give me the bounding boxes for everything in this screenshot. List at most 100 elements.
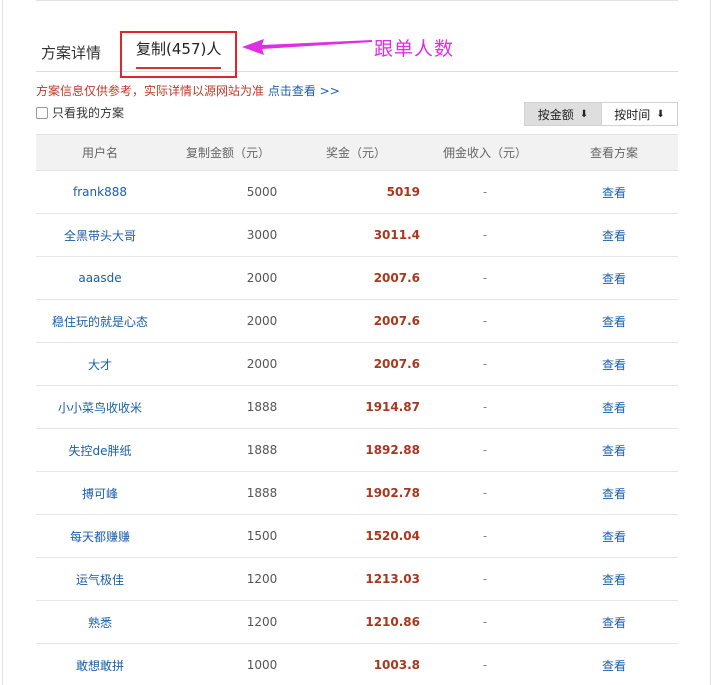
table-row: 敢想敢拼 1000 1003.8 - 查看 <box>36 644 678 685</box>
view-plan-link[interactable]: 查看 <box>550 343 678 386</box>
commission-income: - <box>482 658 488 672</box>
user-link[interactable]: 熟悉 <box>36 601 164 644</box>
prize-amount: 3011.4 <box>292 214 420 257</box>
prize-amount: 1213.03 <box>292 558 420 601</box>
prize-amount-value: 1520.04 <box>365 529 420 543</box>
copy-amount-value: 2000 <box>246 271 278 285</box>
copy-amount-value: 1200 <box>246 572 278 586</box>
commission-income: - <box>482 271 488 285</box>
user-link[interactable]: 每天都赚赚 <box>36 515 164 558</box>
header-prize: 奖金（元） <box>292 134 420 171</box>
copy-amount-value: 2000 <box>246 357 278 371</box>
prize-amount: 1902.78 <box>292 472 420 515</box>
prize-amount: 1520.04 <box>292 515 420 558</box>
notice-text: 方案信息仅供参考，实际详情以源网站为准 <box>36 84 265 98</box>
header-amount: 复制金额（元） <box>164 134 292 171</box>
sort-by-time-button[interactable]: 按时间 ⬇ <box>602 102 678 126</box>
user-link[interactable]: aaasde <box>36 257 164 300</box>
user-link[interactable]: 失控de胖纸 <box>36 429 164 472</box>
copy-amount-value: 1888 <box>246 443 278 457</box>
table-row: 稳住玩的就是心态 2000 2007.6 - 查看 <box>36 300 678 343</box>
commission-income: - <box>482 314 488 328</box>
table-row: 每天都赚赚 1500 1520.04 - 查看 <box>36 515 678 558</box>
view-plan-link[interactable]: 查看 <box>550 214 678 257</box>
sort-time-label: 按时间 <box>614 107 651 122</box>
prize-amount: 1914.87 <box>292 386 420 429</box>
view-plan-link[interactable]: 查看 <box>550 601 678 644</box>
copy-amount: 2000 <box>164 300 292 343</box>
prize-amount-value: 1914.87 <box>365 400 420 414</box>
view-plan-link[interactable]: 查看 <box>550 171 678 214</box>
table-header-row: 用户名 复制金额（元） 奖金（元） 佣金收入（元） 查看方案 <box>36 134 678 171</box>
copy-amount: 1200 <box>164 601 292 644</box>
copy-amount: 1500 <box>164 515 292 558</box>
user-link[interactable]: 大才 <box>36 343 164 386</box>
user-link[interactable]: frank888 <box>36 171 164 214</box>
commission-income: - <box>482 486 488 500</box>
annotation-arrow-icon <box>242 39 372 55</box>
user-link[interactable]: 敢想敢拼 <box>36 644 164 685</box>
table-row: 熟悉 1200 1210.86 - 查看 <box>36 601 678 644</box>
view-plan-link[interactable]: 查看 <box>550 558 678 601</box>
commission-income: - <box>482 185 488 199</box>
table-row: aaasde 2000 2007.6 - 查看 <box>36 257 678 300</box>
top-divider <box>36 0 678 2</box>
copy-amount-value: 5000 <box>246 185 278 199</box>
copy-amount: 1000 <box>164 644 292 685</box>
view-plan-link[interactable]: 查看 <box>550 386 678 429</box>
only-mine-checkbox[interactable] <box>36 106 48 119</box>
copy-amount: 2000 <box>164 343 292 386</box>
header-user: 用户名 <box>36 134 164 171</box>
tab-plan-detail[interactable]: 方案详情 <box>41 42 101 63</box>
prize-amount-value: 3011.4 <box>373 228 420 242</box>
prize-amount-value: 2007.6 <box>373 314 420 328</box>
copy-amount-value: 1888 <box>246 400 278 414</box>
table-row: 失控de胖纸 1888 1892.88 - 查看 <box>36 429 678 472</box>
prize-amount: 5019 <box>292 171 420 214</box>
view-plan-link[interactable]: 查看 <box>550 429 678 472</box>
prize-amount-value: 1213.03 <box>365 572 420 586</box>
table-row: frank888 5000 5019 - 查看 <box>36 171 678 214</box>
copy-amount: 1888 <box>164 386 292 429</box>
view-plan-link[interactable]: 查看 <box>550 300 678 343</box>
prize-amount: 1210.86 <box>292 601 420 644</box>
arrow-down-icon: ⬇ <box>656 108 665 120</box>
prize-amount-value: 1892.88 <box>365 443 420 457</box>
copy-amount-value: 1200 <box>246 615 278 629</box>
copy-amount: 1200 <box>164 558 292 601</box>
commission-income: - <box>482 572 488 586</box>
prize-amount: 1892.88 <box>292 429 420 472</box>
annotation-text: 跟单人数 <box>374 38 455 60</box>
copy-amount: 1888 <box>164 429 292 472</box>
user-link[interactable]: 稳住玩的就是心态 <box>36 300 164 343</box>
only-mine-filter[interactable]: 只看我的方案 <box>36 104 124 121</box>
copy-amount-value: 3000 <box>246 228 278 242</box>
user-link[interactable]: 运气极佳 <box>36 558 164 601</box>
user-link[interactable]: 全黑带头大哥 <box>36 214 164 257</box>
prize-amount: 2007.6 <box>292 343 420 386</box>
prize-amount-value: 2007.6 <box>373 357 420 371</box>
notice-link[interactable]: 点击查看 >> <box>268 84 340 98</box>
notice-bar: 方案信息仅供参考，实际详情以源网站为准 点击查看 >> <box>36 82 340 99</box>
copy-amount-value: 1888 <box>246 486 278 500</box>
sort-by-amount-button[interactable]: 按金额 ⬇ <box>524 102 602 126</box>
commission-income: - <box>482 529 488 543</box>
view-plan-link[interactable]: 查看 <box>550 644 678 685</box>
copy-amount: 2000 <box>164 257 292 300</box>
copy-amount: 3000 <box>164 214 292 257</box>
copy-amount: 1888 <box>164 472 292 515</box>
view-plan-link[interactable]: 查看 <box>550 472 678 515</box>
annotation-highlight-box <box>120 31 237 78</box>
table-row: 运气极佳 1200 1213.03 - 查看 <box>36 558 678 601</box>
table-row: 小小菜鸟收收米 1888 1914.87 - 查看 <box>36 386 678 429</box>
copy-users-table: 用户名 复制金额（元） 奖金（元） 佣金收入（元） 查看方案 frank888 5… <box>36 134 678 685</box>
prize-amount: 1003.8 <box>292 644 420 685</box>
user-link[interactable]: 搏可峰 <box>36 472 164 515</box>
user-link[interactable]: 小小菜鸟收收米 <box>36 386 164 429</box>
view-plan-link[interactable]: 查看 <box>550 515 678 558</box>
table-row: 搏可峰 1888 1902.78 - 查看 <box>36 472 678 515</box>
view-plan-link[interactable]: 查看 <box>550 257 678 300</box>
commission-income: - <box>482 357 488 371</box>
table-row: 全黑带头大哥 3000 3011.4 - 查看 <box>36 214 678 257</box>
table-row: 大才 2000 2007.6 - 查看 <box>36 343 678 386</box>
